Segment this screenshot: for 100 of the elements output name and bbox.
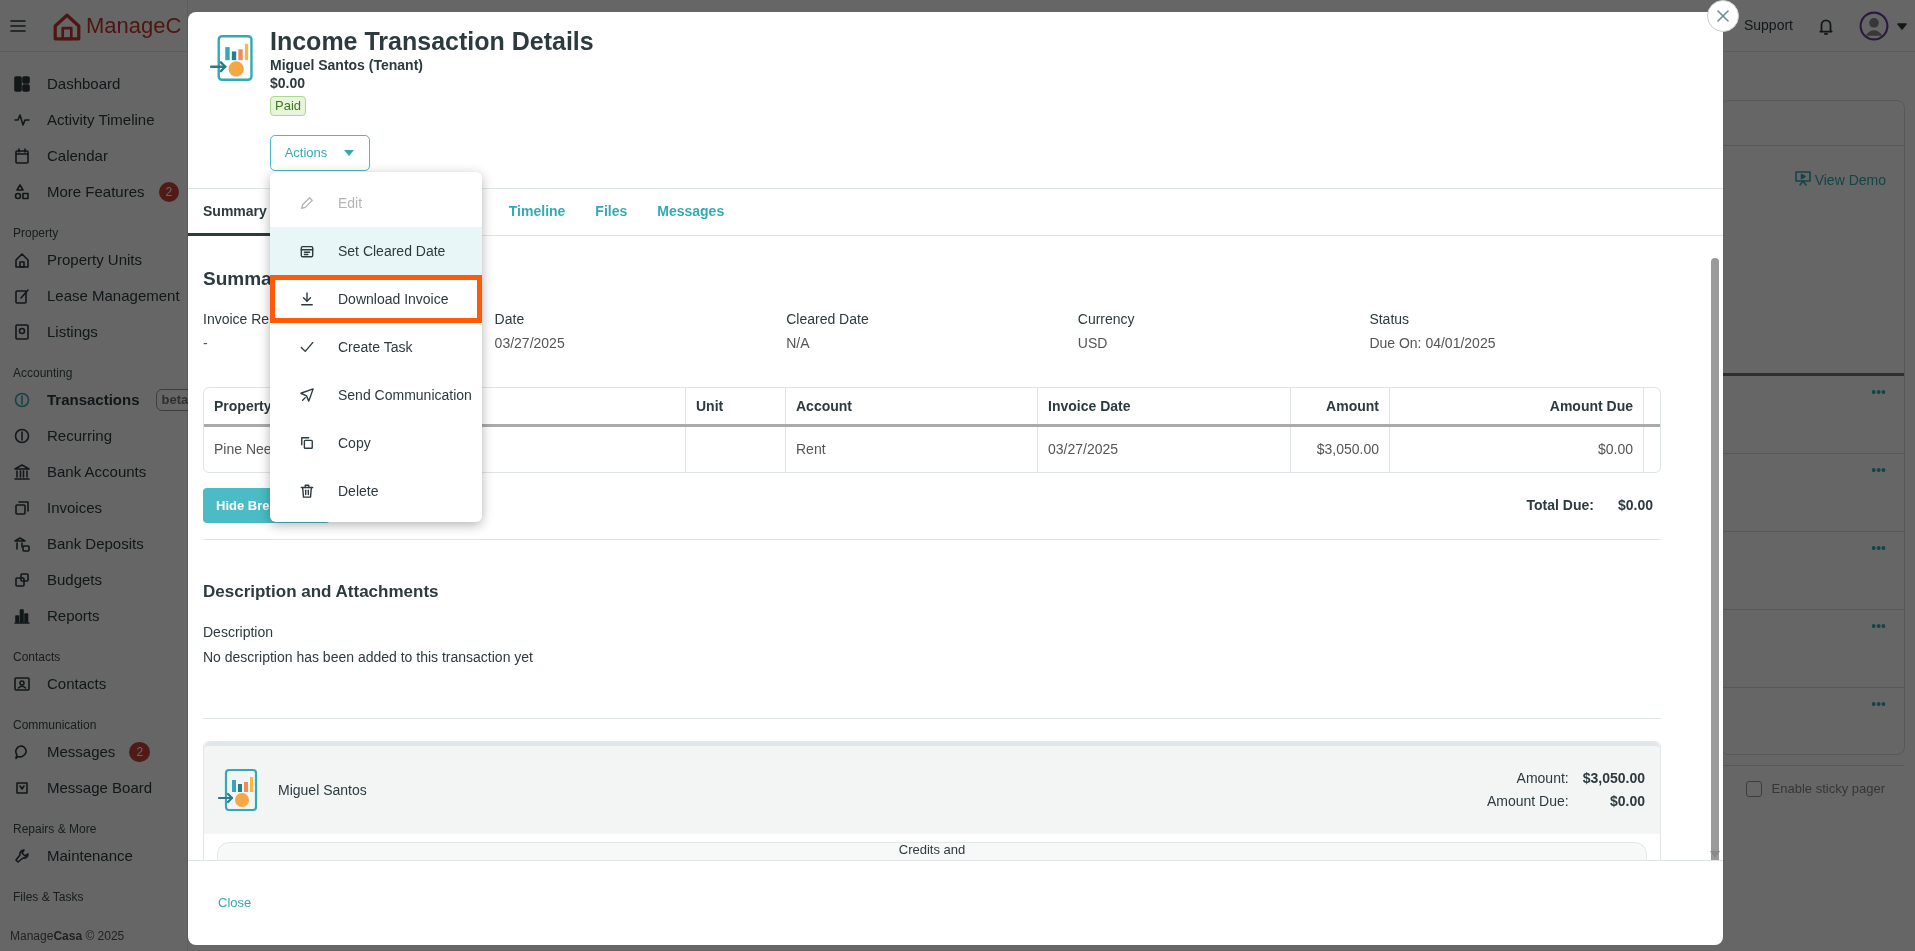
checkbox[interactable] [1745,780,1762,797]
pin-icon [14,324,30,340]
sidebar-item[interactable]: Calendar [47,144,108,168]
chat-icon [14,744,30,760]
pulse-icon [14,112,30,128]
table-cell-text: Pine Nee [214,440,272,459]
status-badge: Paid [270,96,307,116]
field-label: Currency [1077,310,1135,328]
section-title: Repairs & More [12,821,98,838]
coin-icon [14,428,30,444]
party-name: Miguel Santos [278,780,367,800]
field-value: N/A [786,334,810,352]
section-title: Contacts [12,649,62,666]
sidebar-item[interactable]: Property Units [47,248,143,272]
sidebar-item[interactable]: Listings [47,320,98,344]
sidebar-item[interactable]: Reports [47,604,100,628]
bank-icon [14,464,30,480]
row-menu-button[interactable]: ••• [1871,384,1886,400]
sidebar-item[interactable]: Message Board [47,776,153,800]
column-header: Unit [696,396,724,416]
pencil-icon [300,196,314,210]
stack-icon [14,500,30,516]
house-icon [14,252,30,268]
panel-title: Credits and [898,842,966,857]
field-label: Description [203,623,275,641]
count-badge: 2 [158,182,180,202]
shapes-icon [14,184,30,200]
column-header: Property [214,396,272,416]
field-value: Due On: 04/01/2025 [1369,334,1496,352]
count-badge: 2 [129,742,151,762]
avatar-icon[interactable] [1859,10,1889,41]
sidebar-item[interactable]: Messages [47,740,116,764]
tab[interactable]: Files [580,189,643,236]
copyright-text: ManageCasa © 2025 [10,928,125,945]
check-icon [300,340,314,354]
contact-card-icon [14,676,30,692]
grid-icon [14,76,30,92]
sidebar-item[interactable]: Contacts [47,672,107,696]
tab[interactable]: Summary [188,189,282,236]
sidebar-item[interactable]: Dashboard [47,72,121,96]
amount-due-label: Amount Due: [1487,792,1569,811]
field-label: Cleared Date [786,310,869,328]
field-value: 03/27/2025 [494,334,565,352]
table-cell-text: $0.00 [1597,440,1633,459]
column-header: Invoice Date [1048,396,1131,416]
section-heading: Description and Attachments [203,581,440,603]
close-button[interactable] [1707,0,1739,32]
row-menu-button[interactable]: ••• [1871,462,1886,478]
logo-text: ManageC [86,12,182,40]
menu-item[interactable]: Copy [270,419,482,467]
section-heading: Summa [203,267,273,291]
tab[interactable]: Timeline [493,189,581,236]
tab[interactable]: Messages [642,189,740,236]
column-header: Account [796,396,852,416]
sidebar-item[interactable]: Maintenance [47,844,133,868]
table-cell-text: Rent [796,440,826,459]
menu-item[interactable]: Create Task [270,323,482,371]
sidebar-item[interactable]: Recurring [47,424,113,448]
download-icon [300,292,314,306]
caret-icon[interactable] [1897,21,1907,30]
wrench-icon [14,848,30,864]
sidebar-item[interactable]: Bank Accounts [47,460,147,484]
sidebar-item[interactable]: Activity Timeline [47,108,155,132]
paper-plane-icon [300,388,314,402]
amount-due-value: $0.00 [1608,792,1645,811]
field-label: Date [494,310,525,328]
section-title: Communication [12,717,98,734]
total-value: $0.00 [1617,496,1653,515]
sidebar-item[interactable]: Budgets [47,568,103,592]
row-menu-button[interactable]: ••• [1871,540,1886,556]
amount-text: $0.00 [270,74,306,92]
support-link[interactable]: Support [1743,15,1793,36]
column-header: Amount [1326,396,1379,416]
amount-value: $3,050.00 [1582,769,1645,788]
row-menu-button[interactable]: ••• [1871,618,1886,634]
description-text: No description has been added to this transaction yet [203,648,534,666]
sidebar-item[interactable]: More Features [47,180,145,204]
actions-button[interactable]: Actions [270,135,370,171]
field-label: Invoice Re [203,310,270,328]
sidebar-item[interactable]: Bank Deposits [47,532,144,556]
menu-item[interactable]: Download Invoice [270,275,482,323]
field-label: Status [1369,310,1410,328]
sidebar-item[interactable]: Invoices [47,496,103,520]
tenant-name: Miguel Santos (Tenant) [270,56,423,74]
view-demo-link[interactable]: View Demo [1814,170,1886,191]
menu-item[interactable]: Set Cleared Date [270,227,482,275]
bar-chart-icon [14,608,30,624]
amount-label: Amount: [1515,769,1569,788]
sidebar-item[interactable]: Transactions [47,388,140,412]
pen-icon [14,288,30,304]
modal-title: Income Transaction Details [270,26,594,56]
sidebar-item[interactable]: Lease Management [47,284,180,308]
down-arrow-icon[interactable] [1710,851,1720,858]
menu-item[interactable]: Send Communication [270,371,482,419]
row-menu-button[interactable]: ••• [1871,696,1886,712]
presentation-icon [1794,170,1811,186]
close-link[interactable]: Close [218,893,252,913]
trash-icon [300,484,314,498]
close-icon [1716,9,1730,23]
total-label: Total Due: [1526,496,1594,515]
